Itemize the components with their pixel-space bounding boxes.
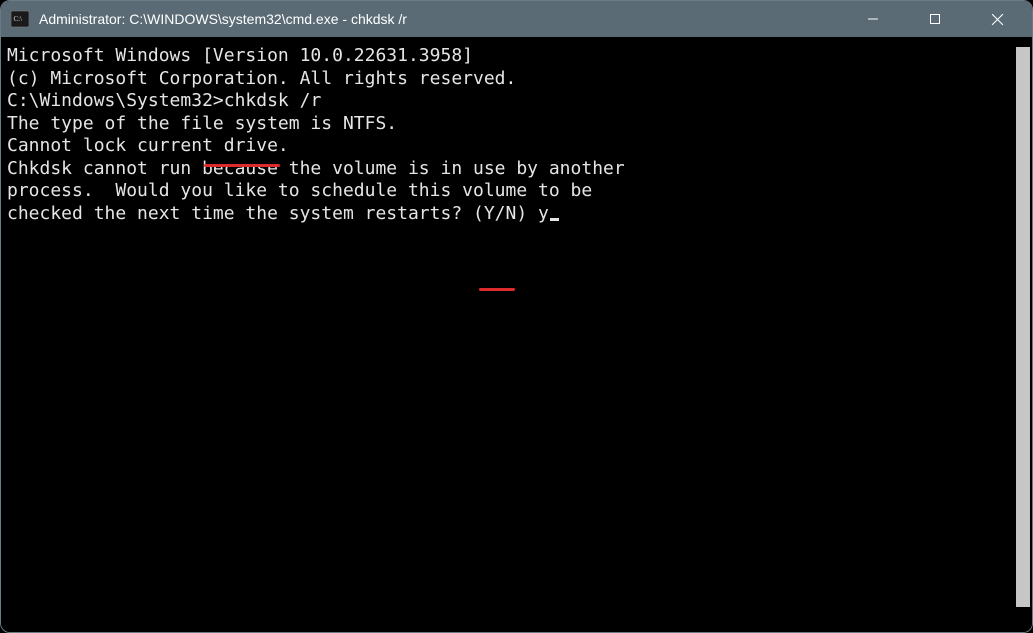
prompt-line: checked the next time the system restart… (7, 203, 1014, 226)
cursor (550, 218, 559, 221)
terminal-output: Microsoft Windows [Version 10.0.22631.39… (7, 45, 1014, 632)
output-line: The type of the file system is NTFS. (7, 113, 1014, 136)
annotation-underline (204, 164, 280, 167)
minimize-button[interactable] (842, 1, 904, 37)
scrollbar-thumb[interactable] (1016, 47, 1030, 607)
window-title: Administrator: C:\WINDOWS\system32\cmd.e… (39, 11, 842, 27)
output-line: Chkdsk cannot run because the volume is … (7, 158, 1014, 181)
scrollbar[interactable] (1014, 45, 1032, 632)
terminal-body[interactable]: Microsoft Windows [Version 10.0.22631.39… (1, 37, 1032, 632)
maximize-button[interactable] (904, 1, 966, 37)
prompt-line: C:\Windows\System32>chkdsk /r (7, 90, 1014, 113)
output-line: process. Would you like to schedule this… (7, 180, 1014, 203)
terminal-window: C:\ Administrator: C:\WINDOWS\system32\c… (0, 0, 1033, 633)
close-icon (991, 13, 1004, 26)
output-line: Cannot lock current drive. (7, 135, 1014, 158)
annotation-underline (479, 288, 515, 291)
user-input: y (538, 203, 549, 224)
svg-text:C:\: C:\ (14, 15, 23, 23)
titlebar[interactable]: C:\ Administrator: C:\WINDOWS\system32\c… (1, 1, 1032, 37)
cmd-icon: C:\ (11, 10, 29, 28)
window-controls (842, 1, 1028, 37)
minimize-icon (867, 13, 879, 25)
typed-command: chkdsk /r (224, 90, 322, 111)
output-line: Microsoft Windows [Version 10.0.22631.39… (7, 45, 1014, 68)
prompt-path: C:\Windows\System32> (7, 90, 224, 111)
close-button[interactable] (966, 1, 1028, 37)
output-line: (c) Microsoft Corporation. All rights re… (7, 68, 1014, 91)
prompt-question: checked the next time the system restart… (7, 203, 538, 224)
maximize-icon (929, 13, 941, 25)
